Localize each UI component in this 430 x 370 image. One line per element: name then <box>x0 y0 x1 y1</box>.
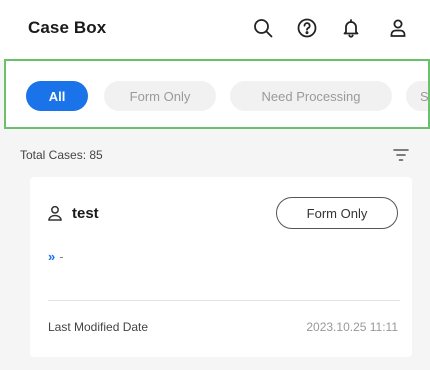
status-badge: Form Only <box>276 197 398 229</box>
filter-chip-bar: All Form Only Need Processing S <box>4 59 430 129</box>
chip-need-processing[interactable]: Need Processing <box>230 81 392 111</box>
double-chevron-icon: » <box>48 249 55 264</box>
filter-icon[interactable] <box>392 146 410 164</box>
case-card[interactable]: test Form Only » - Last Modified Date 20… <box>30 177 412 357</box>
progress-row: » - <box>48 249 64 264</box>
chip-all[interactable]: All <box>26 81 88 111</box>
person-icon <box>48 205 62 221</box>
chip-more[interactable]: S <box>406 81 428 111</box>
progress-value: - <box>59 249 64 264</box>
last-modified-value: 2023.10.25 11:11 <box>306 320 398 334</box>
user-icon[interactable] <box>384 14 412 42</box>
last-modified-label: Last Modified Date <box>48 320 149 334</box>
help-icon[interactable] <box>293 14 321 42</box>
total-cases-label: Total Cases: 85 <box>20 148 103 162</box>
search-icon[interactable] <box>249 14 277 42</box>
app-header: Case Box <box>0 0 430 60</box>
chip-form-only[interactable]: Form Only <box>104 81 216 111</box>
bell-icon[interactable] <box>337 14 365 42</box>
page-title: Case Box <box>28 18 107 37</box>
divider <box>48 300 400 301</box>
case-name: test <box>72 205 99 222</box>
